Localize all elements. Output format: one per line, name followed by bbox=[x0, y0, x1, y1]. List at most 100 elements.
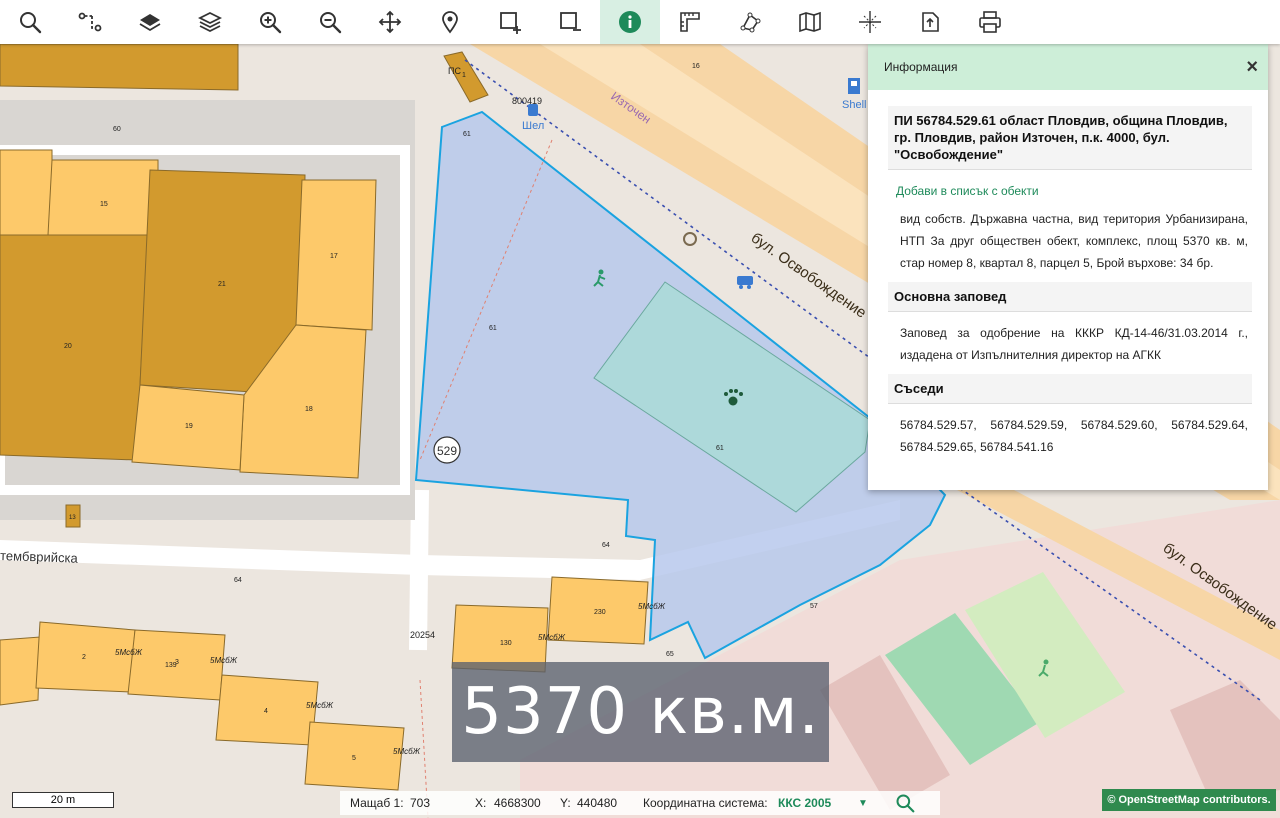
measure-tool-button[interactable] bbox=[660, 0, 720, 44]
osm-attribution[interactable]: © OpenStreetMap contributors. bbox=[1102, 789, 1276, 811]
residential-num: 2 bbox=[82, 654, 86, 661]
pan-arrows-icon bbox=[378, 10, 402, 34]
polygon-tool-button[interactable] bbox=[720, 0, 780, 44]
building-label: 18 bbox=[305, 406, 313, 413]
info-panel: Информация × ПИ 56784.529.61 област Плов… bbox=[868, 44, 1268, 490]
folded-map-icon bbox=[799, 11, 821, 33]
residential-num: 4 bbox=[264, 708, 268, 715]
poi-shell-label: Шел bbox=[522, 120, 544, 132]
crs-select[interactable]: ККС 2005 bbox=[778, 796, 831, 810]
parcel-title: ПИ 56784.529.61 област Пловдив, община П… bbox=[888, 106, 1252, 170]
parcel-label: 57 bbox=[810, 603, 818, 610]
print-tool-button[interactable] bbox=[960, 0, 1020, 44]
residential-num: 230 bbox=[594, 609, 606, 616]
y-label: Y: bbox=[560, 796, 571, 810]
area-overlay: 5370 кв.м. bbox=[452, 662, 829, 762]
parcel-label: 64 bbox=[234, 577, 242, 584]
status-bar: Мащаб 1: 703 X: 4668300 Y: 440480 Коорди… bbox=[340, 791, 940, 815]
order-section-title: Основна заповед bbox=[888, 282, 1252, 312]
info-tool-button[interactable] bbox=[600, 0, 660, 44]
zoom-in-tool-button[interactable] bbox=[240, 0, 300, 44]
ruler-icon bbox=[680, 12, 700, 32]
close-icon[interactable]: × bbox=[1246, 56, 1258, 79]
street-label-3: тембврийска bbox=[0, 548, 79, 566]
bus-stop-icon bbox=[528, 104, 538, 116]
scale-value: 703 bbox=[410, 796, 431, 810]
map-tool-button[interactable] bbox=[780, 0, 840, 44]
area-label: 5370 кв.м. bbox=[461, 675, 820, 749]
parcel-label: 65 bbox=[666, 651, 674, 658]
select-remove-icon bbox=[560, 12, 581, 31]
poi-shell-label-2: Shell bbox=[842, 99, 866, 111]
search-icon bbox=[20, 12, 42, 34]
building-label: 15 bbox=[100, 201, 108, 208]
zoom-out-icon bbox=[320, 12, 342, 34]
printer-icon bbox=[979, 11, 1001, 33]
export-icon bbox=[922, 12, 939, 32]
building-label: 13 bbox=[69, 515, 76, 521]
coordinate-search-button[interactable] bbox=[895, 793, 915, 816]
scale-bar: 20 m bbox=[12, 792, 114, 808]
building-label: 21 bbox=[218, 281, 226, 288]
neighbors-text: 56784.529.57, 56784.529.59, 56784.529.60… bbox=[900, 418, 1248, 454]
crosshair-icon bbox=[859, 11, 881, 33]
residential-type: 5МсбЖ bbox=[306, 701, 334, 710]
residential-num: 130 bbox=[500, 640, 512, 647]
select-add-tool-button[interactable] bbox=[480, 0, 540, 44]
residential-type: 5МсбЖ bbox=[538, 633, 566, 642]
route-tool-button[interactable] bbox=[60, 0, 120, 44]
marker-tool-button[interactable] bbox=[420, 0, 480, 44]
zoom-in-icon bbox=[260, 12, 282, 34]
chevron-down-icon[interactable]: ▼ bbox=[858, 798, 868, 809]
crosshair-tool-button[interactable] bbox=[840, 0, 900, 44]
select-remove-tool-button[interactable] bbox=[540, 0, 600, 44]
map-pin-icon bbox=[442, 11, 458, 34]
layer-icon bbox=[139, 14, 161, 32]
block-badge: 529 bbox=[437, 444, 457, 458]
info-icon bbox=[619, 11, 641, 33]
y-value: 440480 bbox=[577, 796, 618, 810]
route-icon bbox=[78, 12, 102, 32]
pan-tool-button[interactable] bbox=[360, 0, 420, 44]
layers-tool-button[interactable] bbox=[180, 0, 240, 44]
residential-type: 5МсбЖ bbox=[638, 602, 666, 611]
scale-label: Мащаб 1: bbox=[350, 796, 404, 810]
building-label: 19 bbox=[185, 423, 193, 430]
point-label-1: 800419 bbox=[512, 96, 542, 106]
parcel-label: 60 bbox=[113, 126, 121, 133]
parcel-label: 61 bbox=[716, 445, 724, 452]
toolbar bbox=[0, 0, 1280, 44]
layers-single-tool-button[interactable] bbox=[120, 0, 180, 44]
layers-icon bbox=[198, 11, 222, 33]
add-to-list-link[interactable]: Добави в списък с обекти bbox=[896, 184, 1252, 198]
residential-type: 5МсбЖ bbox=[393, 747, 421, 756]
info-panel-header: Информация × bbox=[868, 44, 1268, 90]
info-panel-title: Информация bbox=[884, 60, 958, 74]
building-label: 20 bbox=[64, 343, 72, 350]
order-text: Заповед за одобрение на КККР КД-14-46/31… bbox=[900, 326, 1248, 362]
zoom-out-tool-button[interactable] bbox=[300, 0, 360, 44]
search-icon bbox=[896, 794, 915, 813]
residential-num: 5 bbox=[352, 755, 356, 762]
residential-type: 5МсбЖ bbox=[210, 656, 238, 665]
crs-label: Координатна система: bbox=[643, 796, 768, 810]
parcel-label: 61 bbox=[463, 131, 471, 138]
select-add-icon bbox=[500, 12, 521, 34]
building-label: 17 bbox=[330, 253, 338, 260]
x-value: 4668300 bbox=[494, 796, 541, 810]
ps-label: ПС bbox=[448, 66, 461, 76]
ps-num: 1 bbox=[462, 72, 466, 79]
parcel-label: 61 bbox=[489, 325, 497, 332]
residential-num: 139 bbox=[165, 662, 177, 669]
parcel-details: вид собств. Държавна частна, вид територ… bbox=[900, 212, 1248, 270]
x-label: X: bbox=[475, 796, 487, 810]
residential-type: 5МсбЖ bbox=[115, 648, 143, 657]
parcel-label: 16 bbox=[692, 63, 700, 70]
point-label-2: 20254 bbox=[410, 630, 435, 640]
polygon-icon bbox=[740, 12, 761, 33]
export-tool-button[interactable] bbox=[900, 0, 960, 44]
parcel-label: 64 bbox=[602, 542, 610, 549]
search-tool-button[interactable] bbox=[0, 0, 60, 44]
shell-fuel-icon bbox=[848, 78, 860, 94]
neighbors-section-title: Съседи bbox=[888, 374, 1252, 404]
